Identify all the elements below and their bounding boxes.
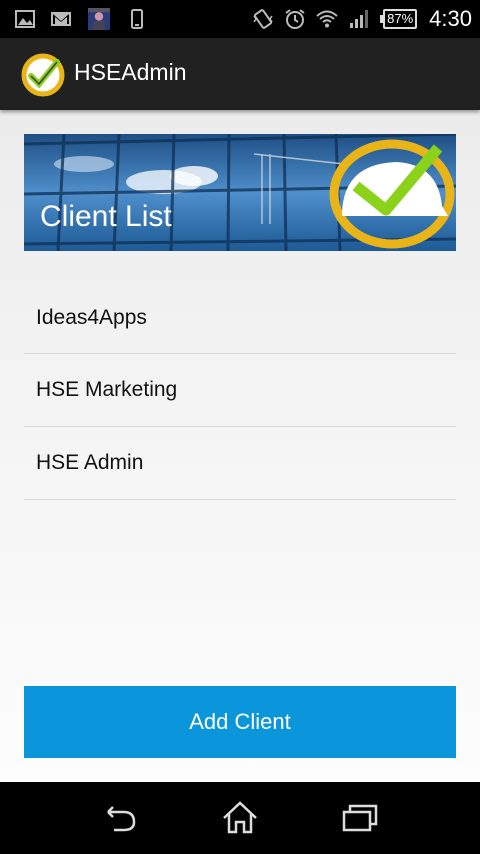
add-client-button[interactable]: Add Client xyxy=(24,686,456,758)
action-bar: HSEAdmin xyxy=(0,38,480,110)
wifi-icon xyxy=(316,8,338,30)
back-icon[interactable] xyxy=(100,798,140,838)
image-icon xyxy=(14,8,36,30)
alarm-icon xyxy=(284,8,306,30)
recent-apps-icon[interactable] xyxy=(340,798,380,838)
client-list: Ideas4Apps HSE Marketing HSE Admin xyxy=(24,282,456,500)
avatar-icon xyxy=(86,6,112,32)
app-logo-icon[interactable] xyxy=(21,53,65,97)
home-icon[interactable] xyxy=(220,798,260,838)
client-list-item[interactable]: HSE Admin xyxy=(24,427,456,500)
battery-level: 87% xyxy=(383,9,418,29)
banner-title: Client List xyxy=(40,200,172,233)
client-list-item[interactable]: Ideas4Apps xyxy=(24,282,456,354)
client-list-banner: Client List xyxy=(24,134,456,251)
content-area: Client List Ideas4Apps HSE Marketing HSE… xyxy=(0,110,480,782)
gmail-icon xyxy=(50,8,72,30)
status-bar: 87% 4:30 xyxy=(0,0,480,38)
battery-indicator: 87% xyxy=(380,9,418,29)
vibrate-icon xyxy=(252,8,274,30)
navigation-bar xyxy=(0,782,480,854)
phone-icon xyxy=(126,8,148,30)
app-title: HSEAdmin xyxy=(74,59,187,85)
signal-icon xyxy=(348,8,370,30)
client-list-item[interactable]: HSE Marketing xyxy=(24,354,456,427)
clock: 4:30 xyxy=(429,6,472,31)
